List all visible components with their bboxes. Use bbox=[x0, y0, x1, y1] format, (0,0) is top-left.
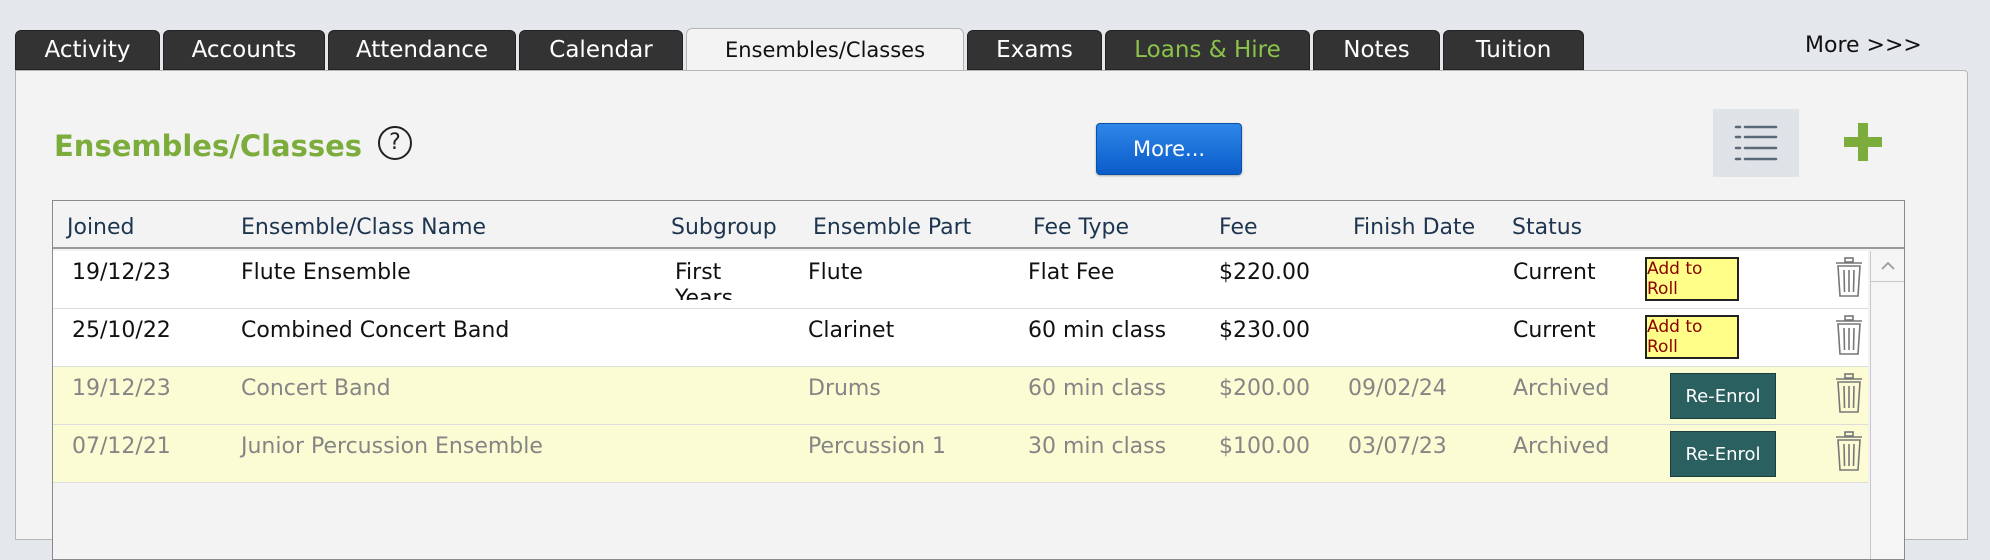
chevron-up-icon bbox=[1880, 261, 1895, 270]
part-cell: Drums bbox=[808, 376, 881, 401]
subgroup-cell bbox=[675, 318, 765, 358]
add-icon[interactable] bbox=[1844, 123, 1882, 161]
fee-cell: $200.00 bbox=[1219, 376, 1310, 401]
tab-bar: Activity Accounts Attendance Calendar En… bbox=[15, 28, 1587, 70]
column-header-fee-type[interactable]: Fee Type bbox=[1033, 215, 1129, 240]
status-cell: Archived bbox=[1513, 434, 1610, 459]
table-row[interactable]: 19/12/23 Concert Band Drums 60 min class… bbox=[53, 367, 1868, 425]
ensembles-table: Joined Ensemble/Class Name Subgroup Ense… bbox=[52, 200, 1905, 560]
joined-cell: 25/10/22 bbox=[72, 318, 171, 343]
tab-accounts[interactable]: Accounts bbox=[163, 30, 325, 70]
re-enrol-button[interactable]: Re-Enrol bbox=[1670, 373, 1776, 419]
add-to-roll-button[interactable]: Add to Roll bbox=[1645, 257, 1739, 301]
tab-exams[interactable]: Exams bbox=[967, 30, 1102, 70]
column-header-finish-date[interactable]: Finish Date bbox=[1353, 215, 1475, 240]
tab-loans-hire[interactable]: Loans & Hire bbox=[1105, 30, 1310, 70]
name-cell: Junior Percussion Ensemble bbox=[241, 434, 543, 459]
subgroup-cell bbox=[675, 376, 765, 416]
table-row[interactable]: 25/10/22 Combined Concert Band Clarinet … bbox=[53, 309, 1868, 367]
ensembles-panel: Ensembles/Classes ? More... Joined Ensem… bbox=[15, 70, 1968, 560]
column-header-part[interactable]: Ensemble Part bbox=[813, 215, 971, 240]
finish-date-cell: 03/07/23 bbox=[1348, 434, 1447, 459]
fee-cell: $100.00 bbox=[1219, 434, 1310, 459]
subgroup-cell: First Years bbox=[675, 260, 734, 300]
more-tabs-link[interactable]: More >>> bbox=[1805, 33, 1922, 58]
name-cell: Combined Concert Band bbox=[241, 318, 510, 343]
status-cell: Current bbox=[1513, 260, 1596, 285]
tab-notes[interactable]: Notes bbox=[1313, 30, 1440, 70]
column-header-name[interactable]: Ensemble/Class Name bbox=[241, 215, 486, 240]
list-icon bbox=[1734, 125, 1778, 161]
column-header-fee[interactable]: Fee bbox=[1219, 215, 1258, 240]
part-cell: Clarinet bbox=[808, 318, 895, 343]
table-scrollbar[interactable] bbox=[1870, 251, 1904, 559]
more-button[interactable]: More... bbox=[1096, 123, 1242, 175]
tab-activity[interactable]: Activity bbox=[15, 30, 160, 70]
part-cell: Flute bbox=[808, 260, 863, 285]
table-header: Joined Ensemble/Class Name Subgroup Ense… bbox=[53, 201, 1904, 249]
trash-icon[interactable] bbox=[1834, 373, 1864, 413]
fee-type-cell: 60 min class bbox=[1028, 376, 1167, 401]
list-view-button[interactable] bbox=[1713, 109, 1799, 177]
fee-cell: $220.00 bbox=[1219, 260, 1310, 285]
column-header-joined[interactable]: Joined bbox=[67, 215, 135, 240]
joined-cell: 07/12/21 bbox=[72, 434, 171, 459]
fee-type-cell: 30 min class bbox=[1028, 434, 1167, 459]
add-to-roll-button[interactable]: Add to Roll bbox=[1645, 315, 1739, 359]
tab-tuition[interactable]: Tuition bbox=[1443, 30, 1584, 70]
status-cell: Archived bbox=[1513, 376, 1610, 401]
fee-cell: $230.00 bbox=[1219, 318, 1310, 343]
column-header-subgroup[interactable]: Subgroup bbox=[671, 215, 777, 240]
subgroup-cell bbox=[675, 434, 765, 474]
tab-ensembles-classes[interactable]: Ensembles/Classes bbox=[686, 28, 964, 70]
fee-type-cell: 60 min class bbox=[1028, 318, 1167, 343]
table-row[interactable]: 19/12/23 Flute Ensemble First Years Flut… bbox=[53, 251, 1868, 309]
tab-calendar[interactable]: Calendar bbox=[519, 30, 683, 70]
table-row[interactable]: 07/12/21 Junior Percussion Ensemble Perc… bbox=[53, 425, 1868, 483]
part-cell: Percussion 1 bbox=[808, 434, 947, 459]
status-cell: Current bbox=[1513, 318, 1596, 343]
trash-icon[interactable] bbox=[1834, 257, 1864, 297]
finish-date-cell: 09/02/24 bbox=[1348, 376, 1447, 401]
column-header-status[interactable]: Status bbox=[1512, 215, 1582, 240]
name-cell: Concert Band bbox=[241, 376, 391, 401]
trash-icon[interactable] bbox=[1834, 315, 1864, 355]
page-title: Ensembles/Classes bbox=[54, 129, 363, 163]
tab-attendance[interactable]: Attendance bbox=[328, 30, 516, 70]
joined-cell: 19/12/23 bbox=[72, 376, 171, 401]
name-cell: Flute Ensemble bbox=[241, 260, 411, 285]
re-enrol-button[interactable]: Re-Enrol bbox=[1670, 431, 1776, 477]
scroll-up-button[interactable] bbox=[1871, 251, 1904, 282]
joined-cell: 19/12/23 bbox=[72, 260, 171, 285]
help-icon[interactable]: ? bbox=[378, 126, 412, 160]
fee-type-cell: Flat Fee bbox=[1028, 260, 1115, 285]
trash-icon[interactable] bbox=[1834, 431, 1864, 471]
